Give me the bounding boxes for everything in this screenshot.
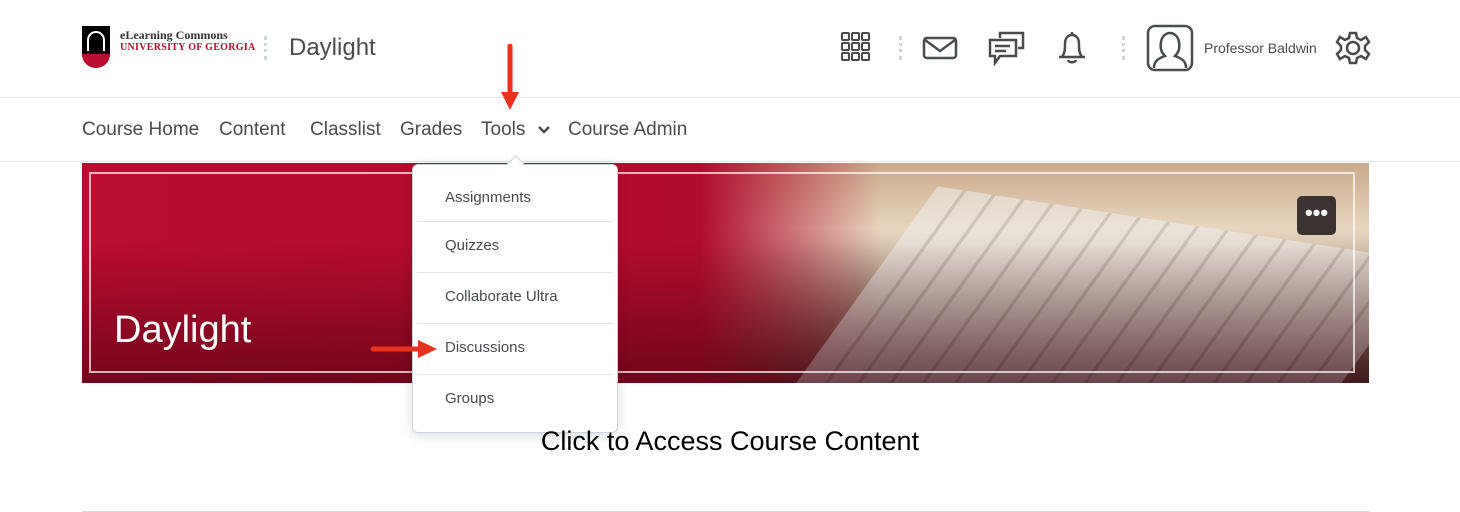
chat-bubbles-icon[interactable] (988, 30, 1026, 66)
nav-course-home[interactable]: Course Home (82, 119, 199, 141)
course-content-link[interactable]: Click to Access Course Content (0, 426, 1460, 457)
nav-tools[interactable]: Tools (481, 119, 551, 141)
banner-title: Daylight (114, 309, 252, 351)
user-name[interactable]: Professor Baldwin (1204, 40, 1317, 56)
gear-icon[interactable] (1335, 30, 1371, 66)
waffle-grid-icon[interactable] (840, 31, 872, 63)
nav-classlist[interactable]: Classlist (310, 119, 381, 141)
divider (264, 36, 267, 60)
mail-icon[interactable] (922, 36, 958, 60)
menu-item-discussions[interactable]: Discussions (417, 324, 613, 375)
menu-item-collaborate-ultra[interactable]: Collaborate Ultra (417, 273, 613, 324)
menu-item-groups[interactable]: Groups (417, 375, 613, 426)
divider (899, 36, 902, 60)
more-options-button[interactable]: ••• (1297, 196, 1336, 235)
nav-tools-label: Tools (481, 119, 526, 140)
annotation-arrow-right-icon (370, 340, 437, 358)
user-avatar-icon[interactable] (1146, 24, 1194, 72)
divider (1122, 36, 1125, 60)
tools-dropdown-menu: Assignments Quizzes Collaborate Ultra Di… (412, 164, 618, 433)
uga-logo[interactable] (82, 26, 110, 68)
nav-grades[interactable]: Grades (400, 119, 462, 141)
course-banner: Daylight ••• (82, 163, 1369, 383)
annotation-arrow-down-icon (501, 44, 519, 110)
chevron-down-icon (537, 126, 550, 134)
top-header: eLearning Commons UNIVERSITY OF GEORGIA … (0, 0, 1460, 98)
menu-item-assignments[interactable]: Assignments (417, 165, 613, 222)
nav-content[interactable]: Content (219, 119, 286, 141)
nav-course-admin[interactable]: Course Admin (568, 119, 687, 141)
bell-icon[interactable] (1056, 29, 1088, 65)
logo-line1: eLearning Commons (120, 28, 228, 42)
site-title[interactable]: Daylight (289, 34, 376, 62)
logo-line2: UNIVERSITY OF GEORGIA (120, 42, 256, 53)
course-navbar: Course Home Content Classlist Grades Too… (0, 98, 1460, 162)
menu-item-quizzes[interactable]: Quizzes (417, 222, 613, 273)
